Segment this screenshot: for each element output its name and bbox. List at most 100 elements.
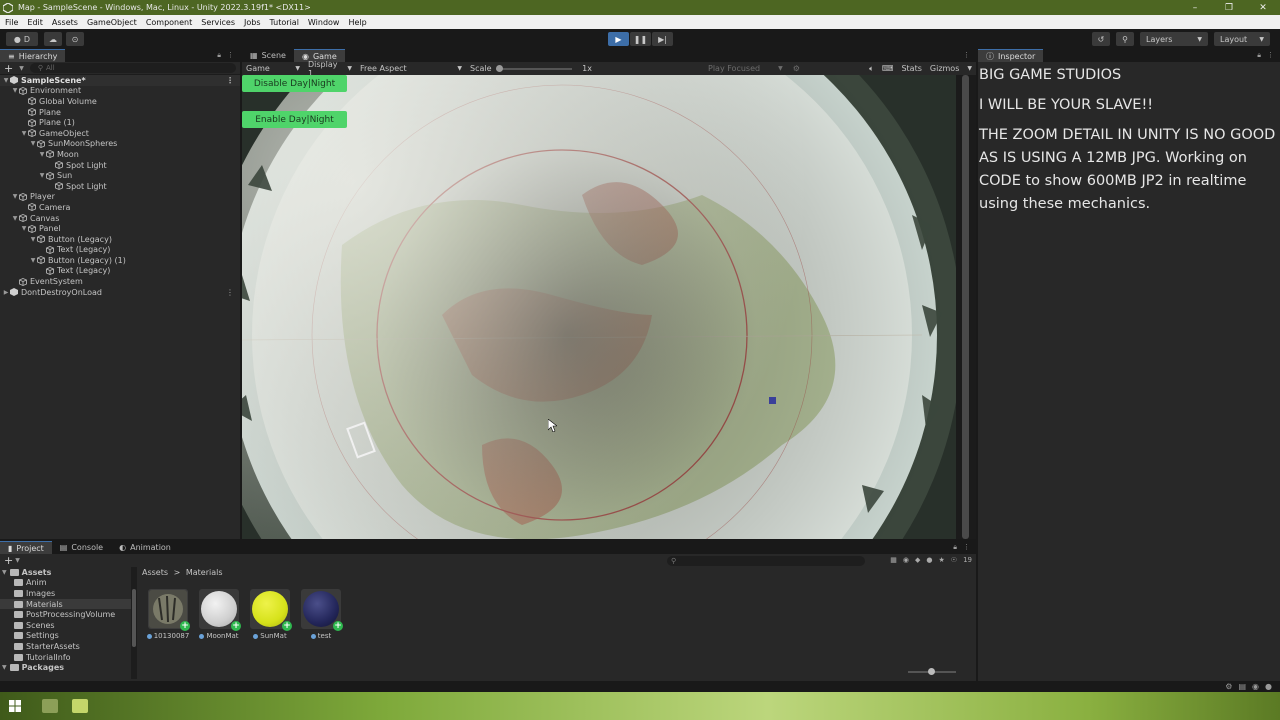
enable-day-night-button[interactable]: Enable Day|Night	[242, 111, 347, 128]
minimize-icon[interactable]: –	[1178, 3, 1212, 13]
hidden-packages-icon[interactable]: ☉	[951, 556, 957, 564]
hierarchy-item[interactable]: Text (Legacy)	[0, 245, 240, 256]
tab-project[interactable]: ▮ Project	[0, 541, 52, 554]
lock-icon[interactable]: 🔒︎	[1257, 51, 1261, 60]
chevron-down-icon[interactable]: ▼	[20, 130, 28, 137]
add-icon[interactable]: +	[4, 62, 13, 75]
game-view-scrollbar[interactable]	[956, 75, 976, 539]
chevron-down-icon[interactable]: ▼	[2, 569, 7, 576]
label-icon[interactable]: ◆	[915, 556, 920, 564]
hierarchy-item[interactable]: Camera	[0, 202, 240, 213]
chevron-down-icon[interactable]: ▼	[2, 664, 7, 671]
chevron-down-icon[interactable]: ▼	[38, 151, 46, 158]
chevron-down-icon[interactable]: ▼	[29, 236, 37, 243]
project-search-input[interactable]: ⚲	[667, 556, 865, 566]
menu-window[interactable]: Window	[303, 18, 344, 27]
favorite-icon[interactable]: ★	[939, 556, 945, 564]
more-icon[interactable]: ⋮	[1267, 51, 1274, 60]
cache-icon[interactable]: ▤	[1238, 682, 1246, 691]
search-icon[interactable]: ⚲	[1116, 32, 1134, 46]
menu-edit[interactable]: Edit	[22, 18, 47, 27]
disable-day-night-button[interactable]: Disable Day|Night	[242, 75, 347, 92]
more-icon[interactable]: ⋮	[963, 51, 970, 59]
slider-knob[interactable]	[928, 668, 935, 675]
lock-icon[interactable]: 🔒︎	[953, 543, 957, 552]
game-mode-dropdown[interactable]: Game ▼	[242, 64, 304, 73]
hierarchy-item[interactable]: ▼ Sun	[0, 170, 240, 181]
debug-icon[interactable]: ◉	[1252, 682, 1259, 691]
chevron-down-icon[interactable]: ▼	[38, 172, 46, 179]
tab-inspector[interactable]: ⓘ Inspector	[978, 49, 1044, 62]
breadcrumb-materials[interactable]: Materials	[186, 568, 223, 577]
layout-dropdown[interactable]: Layout ▼	[1214, 32, 1270, 46]
lock-icon[interactable]: 🔒︎	[217, 51, 221, 60]
game-viewport[interactable]: Disable Day|Night Enable Day|Night	[242, 75, 956, 539]
hierarchy-item[interactable]: ▼ Button (Legacy) (1)	[0, 255, 240, 266]
chevron-down-icon[interactable]: ▼	[2, 77, 10, 84]
hierarchy-search-input[interactable]: ⚲ All	[29, 63, 236, 73]
menu-gameobject[interactable]: GameObject	[82, 18, 141, 27]
add-icon[interactable]: +	[4, 554, 13, 567]
account-dropdown[interactable]: ● D	[6, 32, 38, 46]
stats-toggle[interactable]: Stats	[901, 64, 921, 73]
hierarchy-item[interactable]: ▼ Moon	[0, 149, 240, 160]
folder-tree-item[interactable]: Settings	[0, 631, 136, 642]
more-icon[interactable]: ⋮	[227, 51, 234, 60]
chevron-right-icon[interactable]: ▶	[2, 289, 10, 296]
folder-tree-item[interactable]: Anim	[0, 578, 136, 589]
hierarchy-item[interactable]: Plane	[0, 107, 240, 118]
hierarchy-item[interactable]: Text (Legacy)	[0, 266, 240, 277]
pause-icon[interactable]: ❚❚	[630, 32, 651, 46]
keyboard-icon[interactable]: ⌨	[882, 64, 894, 73]
more-icon[interactable]: ⋮	[226, 76, 234, 85]
restore-icon[interactable]: ❐	[1212, 3, 1246, 13]
play-focused-dropdown[interactable]: Play Focused ▼ ⚙	[704, 64, 804, 73]
asset-item[interactable]: + 10130087	[146, 589, 190, 640]
aspect-dropdown[interactable]: Free Aspect ▼	[356, 64, 466, 73]
folder-tree-item[interactable]: StarterAssets	[0, 641, 136, 652]
undo-history-icon[interactable]: ↺	[1092, 32, 1110, 46]
asset-item[interactable]: + SunMat	[250, 589, 292, 640]
folder-tree-item[interactable]: Scenes	[0, 620, 136, 631]
hierarchy-item[interactable]: EventSystem	[0, 276, 240, 287]
tab-scene[interactable]: ▦ Scene	[242, 49, 294, 62]
scale-slider[interactable]: Scale 1x	[466, 64, 596, 73]
hierarchy-item[interactable]: Plane (1)	[0, 117, 240, 128]
search-scene-icon[interactable]: ▦	[890, 556, 897, 564]
chevron-down-icon[interactable]: ▼	[11, 87, 19, 94]
hierarchy-item[interactable]: Global Volume	[0, 96, 240, 107]
scrollbar-thumb[interactable]	[962, 75, 969, 539]
play-icon[interactable]: ▶	[608, 32, 629, 46]
chevron-down-icon[interactable]: ▼	[11, 193, 19, 200]
hierarchy-item[interactable]: Spot Light	[0, 160, 240, 171]
info-icon[interactable]: ●	[926, 556, 932, 564]
hierarchy-item[interactable]: ▼ Canvas	[0, 213, 240, 224]
scale-track[interactable]	[495, 64, 573, 72]
menu-assets[interactable]: Assets	[47, 18, 82, 27]
folder-tree-item[interactable]: ▼ Packages	[0, 662, 136, 673]
hierarchy-item[interactable]: ▼ GameObject	[0, 128, 240, 139]
hierarchy-item[interactable]: ▼ Button (Legacy)	[0, 234, 240, 245]
chevron-down-icon[interactable]: ▼	[967, 65, 972, 72]
menu-jobs[interactable]: Jobs	[239, 18, 265, 27]
notification-icon[interactable]: ●	[1265, 682, 1272, 691]
folder-tree-item[interactable]: TutorialInfo	[0, 652, 136, 663]
menu-services[interactable]: Services	[196, 18, 239, 27]
menu-tutorial[interactable]: Tutorial	[265, 18, 303, 27]
menu-file[interactable]: File	[0, 18, 22, 27]
hierarchy-item[interactable]: ▼ SampleScene* ⋮	[0, 75, 240, 86]
chevron-down-icon[interactable]: ▼	[29, 140, 37, 147]
hierarchy-item[interactable]: ▼ SunMoonSpheres	[0, 139, 240, 150]
more-icon[interactable]: ⋮	[963, 543, 970, 552]
folder-tree-item[interactable]: PostProcessingVolume	[0, 609, 136, 620]
hierarchy-item[interactable]: Spot Light	[0, 181, 240, 192]
tab-animation[interactable]: ◐ Animation	[111, 541, 179, 554]
hierarchy-item[interactable]: ▶ DontDestroyOnLoad ⋮	[0, 287, 240, 298]
chevron-down-icon[interactable]: ▼	[29, 257, 37, 264]
chevron-down-icon[interactable]: ▼	[15, 557, 20, 564]
hierarchy-item[interactable]: ▼ Panel	[0, 223, 240, 234]
menu-component[interactable]: Component	[141, 18, 196, 27]
scrollbar-thumb[interactable]	[132, 589, 136, 647]
asset-item[interactable]: + MoonMat	[199, 589, 241, 640]
close-icon[interactable]: ✕	[1246, 3, 1280, 13]
